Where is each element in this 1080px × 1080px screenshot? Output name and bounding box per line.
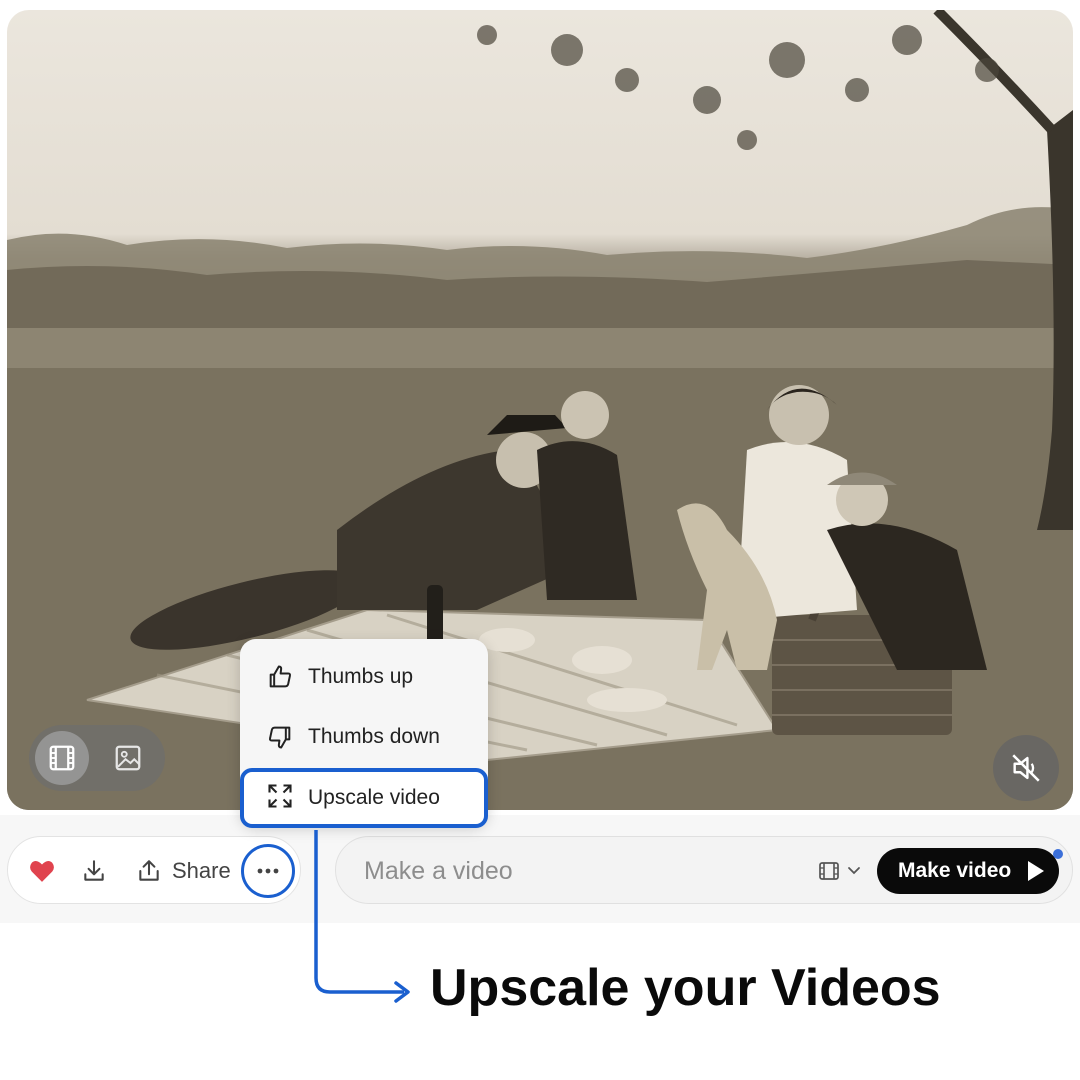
thumbs-up-icon — [269, 665, 292, 688]
thumbs-down-icon — [268, 726, 291, 749]
expand-icon — [268, 784, 292, 808]
more-horizontal-icon — [257, 868, 279, 874]
more-options-button[interactable] — [241, 844, 295, 898]
play-icon — [1028, 861, 1044, 881]
share-button[interactable]: Share — [136, 851, 231, 891]
share-icon — [139, 860, 159, 881]
favorite-button[interactable] — [26, 855, 58, 887]
film-icon — [819, 862, 839, 880]
mute-toggle-button[interactable] — [993, 735, 1059, 801]
picnic-scene-image — [7, 10, 1073, 810]
menu-item-thumbs-down[interactable]: Thumbs down — [240, 709, 488, 765]
media-view-toggle[interactable] — [29, 725, 165, 791]
menu-item-label: Thumbs down — [308, 725, 440, 748]
film-icon — [49, 745, 75, 771]
menu-item-label: Thumbs up — [308, 665, 414, 688]
prompt-bar: Make video — [335, 836, 1073, 904]
image-icon — [115, 745, 141, 771]
heart-icon — [30, 861, 54, 882]
more-options-menu: Thumbs up Thumbs down Upscale video — [240, 639, 488, 828]
callout-caption: Upscale your Videos — [430, 959, 941, 1017]
generation-mode-select[interactable] — [817, 857, 861, 885]
download-button[interactable] — [78, 855, 110, 887]
chevron-down-icon — [848, 867, 860, 875]
status-dot — [1053, 849, 1063, 859]
image-view-button[interactable] — [101, 731, 155, 785]
volume-off-icon — [1012, 754, 1040, 782]
menu-item-label: Upscale video — [308, 786, 440, 809]
share-label: Share — [172, 858, 231, 883]
prompt-input[interactable] — [362, 851, 786, 891]
make-video-label: Make video — [898, 859, 1012, 882]
menu-item-thumbs-up[interactable]: Thumbs up — [240, 649, 488, 705]
download-icon — [84, 860, 104, 881]
video-view-button[interactable] — [35, 731, 89, 785]
video-preview[interactable] — [7, 10, 1073, 810]
menu-item-upscale-video[interactable]: Upscale video — [240, 768, 488, 828]
make-video-button[interactable]: Make video — [877, 848, 1059, 894]
